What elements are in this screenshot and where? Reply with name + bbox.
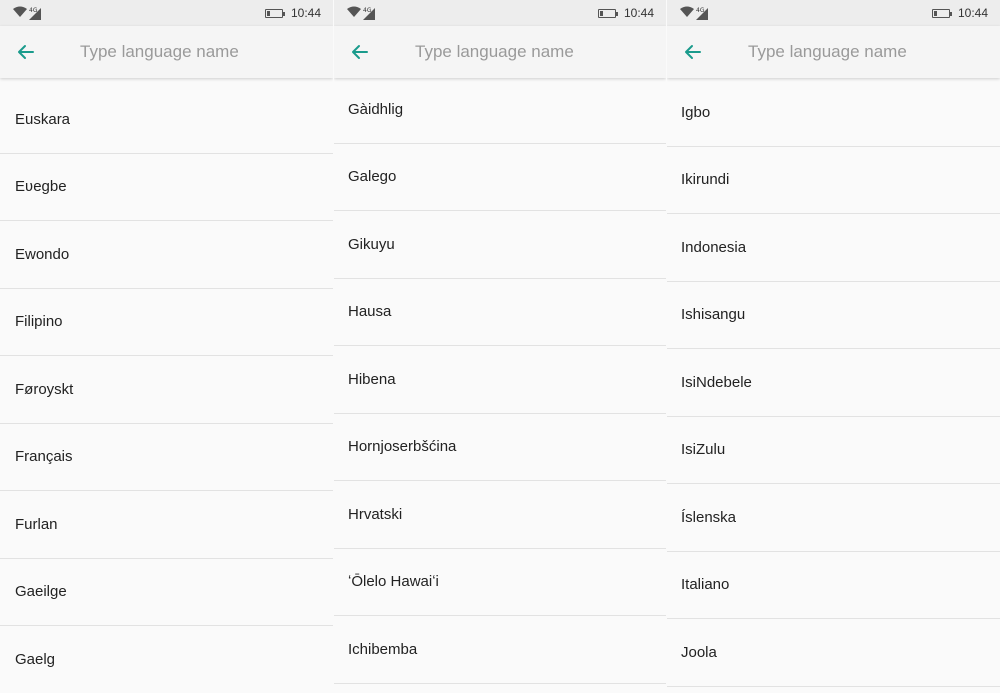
language-name: Joola (681, 643, 717, 661)
list-item[interactable]: Français (0, 424, 333, 491)
language-name: Ichibemba (348, 640, 418, 658)
language-name: Føroyskt (15, 380, 74, 398)
screen-1: 4G 10:44 Euskara Eʋegbe Ewondo Filipino … (0, 0, 333, 693)
list-item[interactable]: Hornjoserbšćina (334, 414, 666, 481)
language-name: Gaelg (15, 650, 56, 668)
language-name: Gàidhlig (348, 100, 404, 118)
wifi-4g-icon: 4G (347, 6, 375, 20)
search-app-bar (667, 26, 1000, 78)
list-item[interactable]: Eʋegbe (0, 154, 333, 221)
status-bar: 4G 10:44 (667, 0, 1000, 26)
list-item[interactable]: Furlan (0, 491, 333, 559)
status-right: 10:44 (264, 6, 321, 20)
list-item[interactable]: Ichibemba (334, 616, 666, 684)
language-list: Euskara Eʋegbe Ewondo Filipino Føroyskt … (0, 78, 333, 693)
list-item[interactable]: Joola (667, 619, 1000, 687)
list-item[interactable]: Hausa (334, 279, 666, 346)
language-name: Hibena (348, 370, 396, 388)
list-item[interactable]: Filipino (0, 289, 333, 356)
list-item[interactable]: Indonesia (667, 214, 1000, 282)
list-item[interactable]: Ishisangu (667, 282, 1000, 349)
status-bar: 4G 10:44 (0, 0, 333, 26)
list-item[interactable]: Ewondo (0, 221, 333, 289)
language-search-input[interactable] (80, 38, 300, 66)
list-item[interactable]: Gikuyu (334, 211, 666, 279)
list-item[interactable]: Galego (334, 144, 666, 211)
list-item[interactable]: Gaelg (0, 626, 333, 693)
language-name: Galego (348, 168, 397, 186)
battery-icon (931, 8, 952, 18)
language-name: Ikirundi (681, 171, 730, 189)
language-name: Gaeilge (15, 583, 67, 601)
language-list: Igbo Ikirundi Indonesia Ishisangu IsiNde… (667, 78, 1000, 693)
language-name: Euskara (15, 110, 71, 128)
language-name: Furlan (15, 515, 58, 533)
list-item[interactable]: Íslenska (667, 484, 1000, 552)
back-arrow-icon[interactable] (681, 40, 705, 64)
language-name: Hornjoserbšćina (348, 438, 457, 456)
language-name: Ishisangu (681, 306, 746, 324)
wifi-4g-icon: 4G (680, 6, 708, 20)
language-list: Gàidhlig Galego Gikuyu Hausa Hibena Horn… (334, 78, 666, 693)
battery-icon (264, 8, 285, 18)
language-name: Indonesia (681, 238, 747, 256)
language-name: Gikuyu (348, 235, 395, 253)
language-name: Ewondo (15, 245, 70, 263)
status-time: 10:44 (957, 6, 988, 20)
language-name: Italiano (681, 576, 730, 594)
language-name: Filipino (15, 313, 63, 331)
language-name: IsiNdebele (681, 373, 752, 391)
list-item[interactable]: Ikirundi (667, 147, 1000, 214)
list-item[interactable]: IsiZulu (667, 417, 1000, 484)
language-name: IsiZulu (681, 441, 726, 459)
language-name: Français (15, 448, 73, 466)
status-time: 10:44 (623, 6, 654, 20)
list-item[interactable]: Euskara (0, 86, 333, 154)
list-item[interactable]: Gàidhlig (334, 76, 666, 144)
wifi-4g-icon: 4G (13, 6, 41, 20)
list-item[interactable]: Hibena (334, 346, 666, 414)
list-item[interactable]: IsiNdebele (667, 349, 1000, 417)
back-arrow-icon[interactable] (348, 40, 372, 64)
screen-3: 4G 10:44 Igbo Ikirundi Indonesia Ishisan… (667, 0, 1000, 693)
list-item[interactable]: ʻŌlelo Hawaiʻi (334, 549, 666, 616)
language-name: Eʋegbe (15, 178, 67, 196)
status-right: 10:44 (597, 6, 654, 20)
battery-icon (597, 8, 618, 18)
list-item[interactable]: Italiano (667, 552, 1000, 619)
language-name: ʻŌlelo Hawaiʻi (348, 573, 439, 591)
language-name: Igbo (681, 103, 711, 121)
search-app-bar (0, 26, 333, 78)
back-arrow-icon[interactable] (14, 40, 38, 64)
status-bar: 4G 10:44 (334, 0, 666, 26)
list-item[interactable]: Gaeilge (0, 559, 333, 626)
language-name: Íslenska (681, 508, 737, 526)
screen-2: 4G 10:44 Gàidhlig Galego Gikuyu Hausa Hi… (334, 0, 666, 693)
language-search-input[interactable] (748, 38, 968, 66)
language-name: Hausa (348, 303, 392, 321)
language-name: Hrvatski (348, 505, 403, 523)
screens-container: 4G 10:44 Euskara Eʋegbe Ewondo Filipino … (0, 0, 1000, 693)
search-app-bar (334, 26, 666, 78)
list-item[interactable]: Hrvatski (334, 481, 666, 549)
language-search-input[interactable] (415, 38, 635, 66)
status-time: 10:44 (290, 6, 321, 20)
list-item[interactable]: Igbo (667, 79, 1000, 147)
status-right: 10:44 (931, 6, 988, 20)
list-item[interactable]: Føroyskt (0, 356, 333, 424)
